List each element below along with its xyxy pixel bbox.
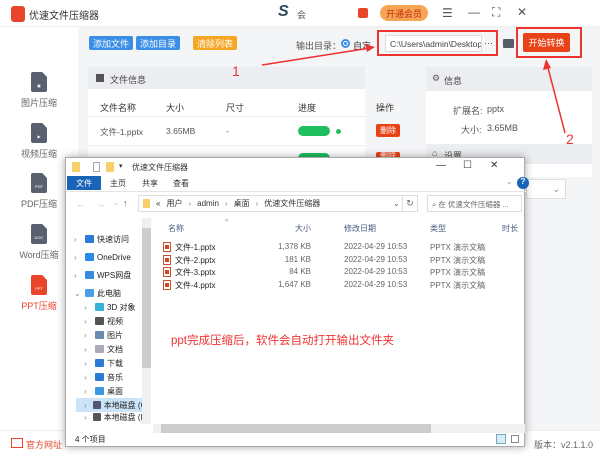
col-name[interactable]: 名称 <box>168 223 184 234</box>
ribbon-tab-share[interactable]: 共享 <box>142 178 158 189</box>
arrow-1 <box>261 47 371 66</box>
nav-item-icon <box>95 373 104 381</box>
nav-item[interactable]: › 桌面 <box>76 384 142 398</box>
explorer-minimize-icon[interactable]: — <box>436 160 446 171</box>
recent-icon[interactable]: ⌄ <box>113 199 119 207</box>
col-duration[interactable]: 时长 <box>502 223 518 234</box>
arrow-2 <box>546 63 566 134</box>
breadcrumb-users[interactable]: 用户 <box>166 198 182 209</box>
annotation-1: 1 <box>232 63 240 79</box>
breadcrumb-overflow[interactable]: « <box>156 199 160 208</box>
file-row[interactable]: 文件-4.pptx 1,647 KB 2022-04-29 10:53 PPTX 演示… <box>161 278 501 291</box>
nav-item[interactable]: › 3D 对象 <box>76 300 142 314</box>
file-row[interactable]: 文件-2.pptx 181 KB 2022-04-29 10:53 PPTX 演示文稿 <box>161 253 501 266</box>
chevron-right-icon[interactable]: › <box>84 345 92 354</box>
address-dropdown-icon[interactable]: ⌄ <box>393 199 400 208</box>
website-icon <box>11 438 23 448</box>
nav-scrollbar[interactable] <box>142 218 151 424</box>
chevron-right-icon[interactable]: › <box>84 387 92 396</box>
qat-dropdown-icon[interactable]: ▾ <box>119 162 123 170</box>
nav-item-icon <box>93 401 101 409</box>
nav-item[interactable]: › OneDrive <box>66 250 142 264</box>
explorer-window: ▾ 优速文件压缩器 — ☐ ✕ 文件 主页 共享 查看 ⌄ ? ← → ⌄ ↑ … <box>65 157 529 447</box>
back-icon[interactable]: ← <box>76 199 85 209</box>
chevron-down-icon[interactable]: ⌄ <box>74 289 82 298</box>
refresh-icon[interactable]: ↻ <box>402 195 418 212</box>
explorer-maximize-icon[interactable]: ☐ <box>463 160 472 171</box>
sort-indicator-icon: ^ <box>225 219 229 226</box>
chevron-right-icon[interactable]: › <box>74 235 82 244</box>
breadcrumb-admin[interactable]: admin <box>197 199 219 208</box>
forward-icon[interactable]: → <box>96 199 105 209</box>
address-folder-icon <box>143 199 150 208</box>
nav-item-icon <box>95 345 104 353</box>
col-size[interactable]: 大小 <box>295 223 311 234</box>
nav-item[interactable]: › WPS网盘 <box>66 268 142 282</box>
folder-icon <box>72 162 80 172</box>
arrow-1-head <box>365 44 375 52</box>
chevron-right-icon[interactable]: › <box>84 413 90 422</box>
details-view-icon[interactable] <box>496 434 506 444</box>
help-icon[interactable]: ? <box>517 177 529 189</box>
address-bar[interactable]: « 用户 › admin › 桌面 › 优速文件压缩器 ⌄ <box>138 195 418 212</box>
chevron-right-icon[interactable]: › <box>84 359 92 368</box>
nav-item-icon <box>85 253 94 261</box>
status-count: 4 个项目 <box>75 434 106 445</box>
chevron-right-icon[interactable]: › <box>74 271 82 280</box>
pptx-file-icon <box>163 254 171 265</box>
chevron-right-icon[interactable]: › <box>84 317 92 326</box>
version-text: 版本：v2.1.1.0 <box>534 440 594 450</box>
pptx-file-icon <box>163 242 171 252</box>
chevron-right-icon[interactable]: › <box>84 303 92 312</box>
pptx-file-icon <box>163 267 171 278</box>
up-icon[interactable]: ↑ <box>123 198 128 208</box>
chevron-right-icon[interactable]: › <box>84 373 92 382</box>
nav-item-icon <box>95 317 104 325</box>
file-row[interactable]: 文件-3.pptx 84 KB 2022-04-29 10:53 PPTX 演示文稿 <box>161 265 501 278</box>
col-date[interactable]: 修改日期 <box>344 223 376 234</box>
ribbon-tab-view[interactable]: 查看 <box>173 178 189 189</box>
nav-item-icon <box>95 359 104 367</box>
nav-item[interactable]: › 文档 <box>76 342 142 356</box>
nav-item[interactable]: › 视频 <box>76 314 142 328</box>
chevron-right-icon[interactable]: › <box>84 401 90 410</box>
ribbon-tab-file[interactable]: 文件 <box>67 176 101 190</box>
breadcrumb-folder[interactable]: 优速文件压缩器 <box>264 198 320 209</box>
explorer-title: 优速文件压缩器 <box>132 163 188 172</box>
nav-item[interactable]: ›本地磁盘 (D:) <box>76 410 142 424</box>
nav-item[interactable]: › 下载 <box>76 356 142 370</box>
col-type[interactable]: 类型 <box>430 223 446 234</box>
ribbon-tab-home[interactable]: 主页 <box>110 178 126 189</box>
large-icons-view-icon[interactable] <box>511 435 519 443</box>
nav-item-icon <box>85 271 94 279</box>
nav-item[interactable]: ⌄ 此电脑 <box>66 286 142 300</box>
website-link[interactable]: 官方网址 <box>26 438 62 451</box>
nav-item-icon <box>95 331 104 339</box>
nav-item-icon <box>85 289 94 297</box>
nav-item-icon <box>95 387 104 395</box>
chevron-right-icon[interactable]: › <box>84 331 92 340</box>
file-row[interactable]: 文件-1.pptx 1,378 KB 2022-04-29 10:53 PPTX 演示… <box>161 240 501 253</box>
annotation-2: 2 <box>566 131 574 147</box>
chevron-right-icon[interactable]: › <box>74 253 82 262</box>
nav-item[interactable]: › 音乐 <box>76 370 142 384</box>
nav-item-icon <box>95 303 104 311</box>
ribbon-expand-icon[interactable]: ⌄ <box>506 177 513 186</box>
breadcrumb-desktop[interactable]: 桌面 <box>234 198 250 209</box>
new-folder-icon[interactable] <box>106 162 114 172</box>
search-input[interactable]: ⌕ 在 优速文件压缩器 ... <box>427 195 522 212</box>
h-scrollbar[interactable] <box>153 424 525 433</box>
note-text: ppt完成压缩后，软件会自动打开输出文件夹 <box>171 335 394 347</box>
properties-icon[interactable] <box>93 162 100 172</box>
nav-item[interactable]: › 快速访问 <box>66 232 142 246</box>
pptx-file-icon <box>163 280 171 291</box>
search-placeholder: 在 优速文件压缩器 ... <box>438 200 509 209</box>
nav-item[interactable]: › 图片 <box>76 328 142 342</box>
nav-item-icon <box>85 235 94 243</box>
arrow-2-head <box>543 59 551 70</box>
nav-item-icon <box>93 413 101 421</box>
explorer-close-icon[interactable]: ✕ <box>490 160 498 171</box>
